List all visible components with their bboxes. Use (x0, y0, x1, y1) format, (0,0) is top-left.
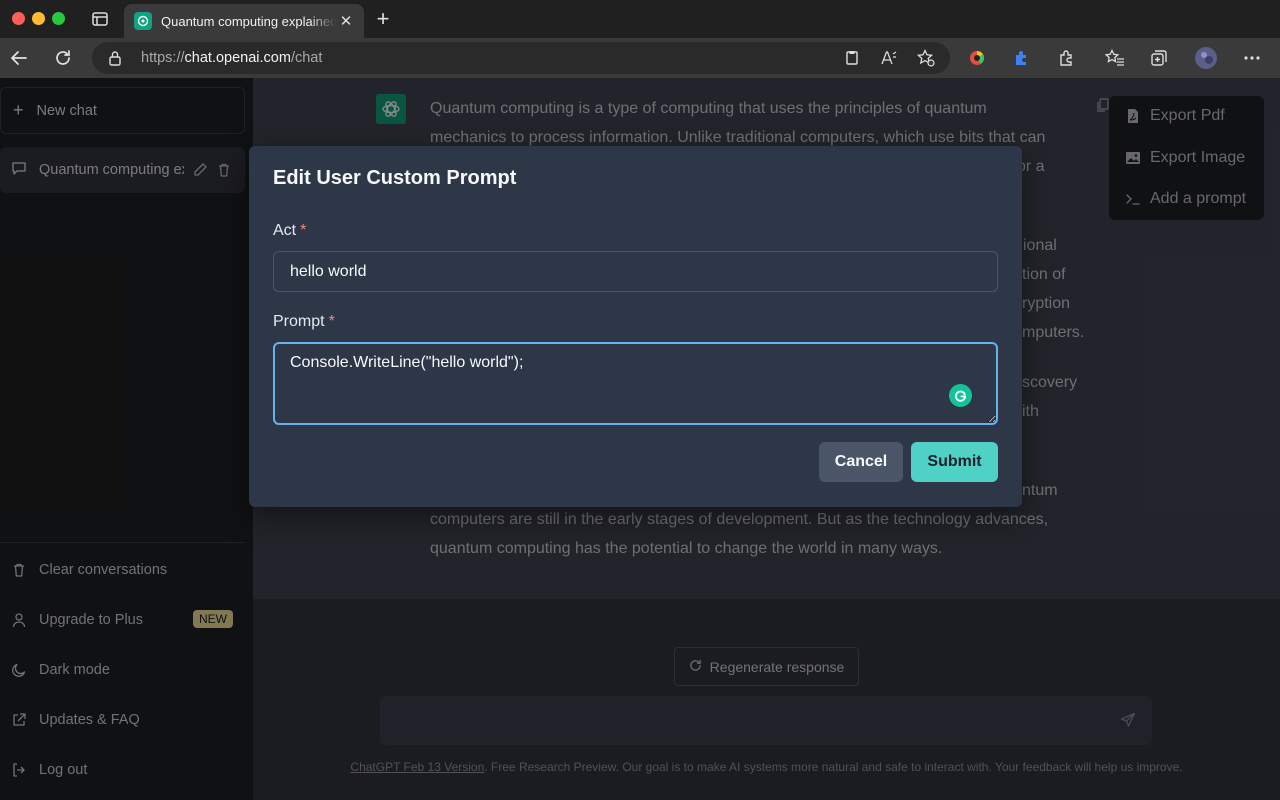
grammarly-icon[interactable] (949, 384, 972, 407)
browser-toolbar: https://chat.openai.com/chat (0, 38, 1280, 78)
color-extension-icon[interactable] (967, 48, 987, 68)
required-asterisk: * (328, 313, 335, 330)
lock-icon (108, 50, 122, 66)
browser-tab[interactable]: Quantum computing explained ✕ (124, 4, 364, 38)
favorite-star-icon[interactable] (916, 48, 936, 68)
submit-button[interactable]: Submit (911, 442, 998, 482)
act-label: Act * (273, 222, 307, 239)
favorites-list-icon[interactable] (1105, 48, 1125, 68)
tab-close-icon[interactable]: ✕ (338, 12, 354, 30)
extensions-icon[interactable] (1056, 48, 1076, 68)
required-asterisk: * (300, 222, 307, 239)
more-menu-icon[interactable] (1242, 48, 1262, 68)
collections-icon[interactable] (1149, 48, 1169, 68)
refresh-icon[interactable] (53, 48, 73, 68)
profile-avatar-icon[interactable] (1194, 46, 1218, 70)
act-input[interactable] (273, 251, 998, 292)
window-minimize-button[interactable] (32, 12, 45, 25)
cancel-button[interactable]: Cancel (819, 442, 903, 482)
openai-favicon-icon (134, 12, 152, 30)
window-close-button[interactable] (12, 12, 25, 25)
prompt-textarea[interactable]: Console.WriteLine("hello world"); (273, 342, 998, 425)
read-aloud-icon[interactable] (879, 48, 899, 68)
reading-list-icon[interactable] (842, 48, 862, 68)
dialog-title: Edit User Custom Prompt (273, 167, 517, 189)
new-tab-button[interactable]: + (373, 8, 393, 30)
tab-title: Quantum computing explained (161, 13, 336, 29)
prompt-label: Prompt * (273, 313, 335, 330)
puzzle-extension-active-icon[interactable] (1011, 48, 1031, 68)
tab-actions-icon[interactable] (92, 12, 108, 26)
browser-titlebar: Quantum computing explained ✕ + (0, 0, 1280, 38)
edit-prompt-dialog: Edit User Custom Prompt Act* Prompt* Con… (249, 146, 1022, 507)
back-arrow-icon[interactable] (9, 48, 29, 68)
window-maximize-button[interactable] (52, 12, 65, 25)
url-text: https://chat.openai.com/chat (141, 50, 323, 66)
address-bar[interactable]: https://chat.openai.com/chat (92, 42, 950, 74)
